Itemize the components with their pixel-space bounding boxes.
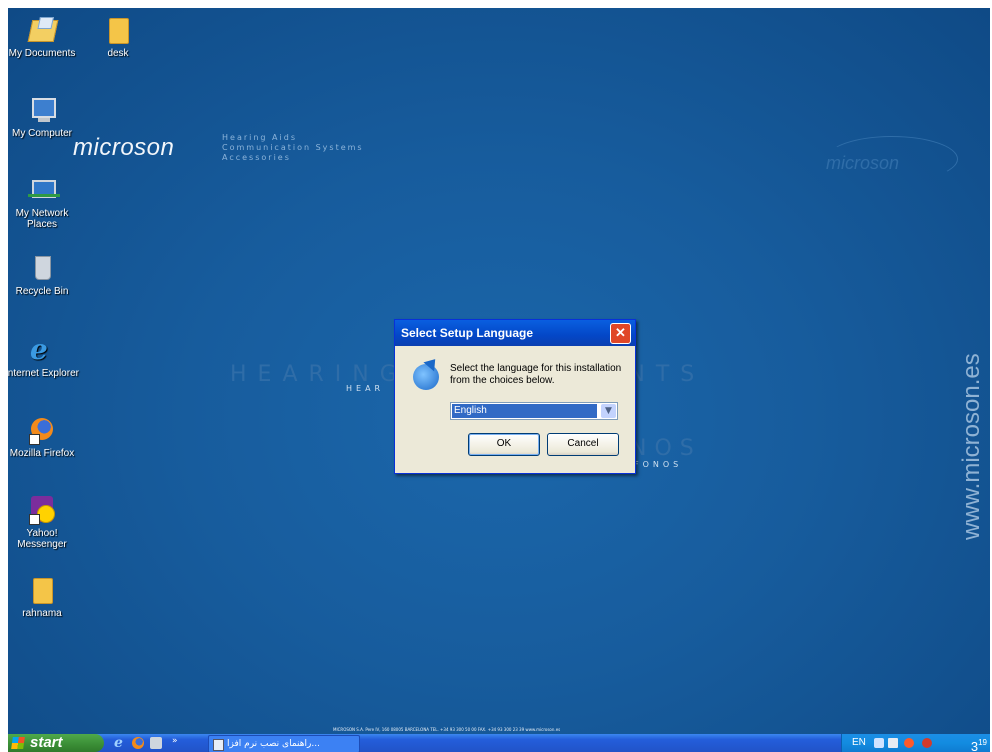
wallpaper-fonos-text: NOS xyxy=(630,436,702,461)
desktop-icon-desk[interactable]: desk xyxy=(80,14,156,59)
desktop-icon-label: desk xyxy=(107,48,129,59)
tagline-line: Accessories xyxy=(222,153,291,162)
desktop-icon-yahoo-messenger[interactable]: Yahoo! Messenger xyxy=(8,494,80,550)
wallpaper-fonos-small: FONOS xyxy=(634,460,683,469)
network-icon xyxy=(26,174,60,206)
tagline-line: Communication Systems xyxy=(222,143,364,152)
clock-minutes: 19 xyxy=(978,738,987,747)
close-icon: ✕ xyxy=(615,325,626,340)
language-indicator[interactable]: EN xyxy=(852,734,866,752)
tray-volume-icon[interactable] xyxy=(888,738,898,748)
firefox-icon xyxy=(26,414,58,446)
tagline-line: Hearing Aids xyxy=(222,133,297,142)
select-setup-language-dialog: Select Setup Language ✕ Select the langu… xyxy=(394,319,636,474)
tray-security-icon[interactable] xyxy=(922,738,932,748)
language-select-value: English xyxy=(452,404,597,418)
wallpaper-tagline: Hearing Aids Communication Systems Acces… xyxy=(222,133,364,163)
wallpaper-footer: MICROSON S.A. Pere IV, 160 08005 BARCELO… xyxy=(333,727,561,732)
quicklaunch-show-desktop-icon[interactable] xyxy=(150,737,162,749)
taskbar-window-label: راهنمای نصب نرم افزا... xyxy=(227,739,320,749)
dialog-title: Select Setup Language xyxy=(401,326,534,340)
desktop-icon-label: Recycle Bin xyxy=(15,286,69,297)
my-documents-icon xyxy=(26,14,59,46)
desktop: microson Hearing Aids Communication Syst… xyxy=(8,8,990,752)
dialog-message: Select the language for this installatio… xyxy=(450,363,622,386)
desktop-icon-label: rahnama xyxy=(22,608,62,619)
wallpaper-website: www.microson.es xyxy=(958,353,985,540)
wallpaper-hearing-small: HEAR xyxy=(346,384,385,393)
folder-icon xyxy=(102,14,134,46)
desktop-icon-label: Mozilla Firefox xyxy=(9,448,75,459)
cancel-button[interactable]: Cancel xyxy=(547,433,619,456)
computer-icon xyxy=(26,94,58,126)
desktop-icon-label: My Network Places xyxy=(15,208,69,230)
document-icon xyxy=(213,739,224,751)
close-button[interactable]: ✕ xyxy=(610,323,631,344)
dialog-titlebar[interactable]: Select Setup Language ✕ xyxy=(395,320,635,346)
language-select[interactable]: English ▼ xyxy=(450,402,618,420)
desktop-icon-my-computer[interactable]: My Computer xyxy=(8,94,80,139)
desktop-icon-label: Internet Explorer xyxy=(8,368,79,379)
desktop-icon-internet-explorer[interactable]: e Internet Explorer xyxy=(8,333,80,380)
start-label: start xyxy=(30,734,63,751)
ok-button[interactable]: OK xyxy=(468,433,540,456)
system-tray: EN 319 xyxy=(841,734,990,752)
tray-antivirus-icon[interactable] xyxy=(904,738,914,748)
yahoo-messenger-icon xyxy=(26,494,58,526)
quicklaunch-ie-icon[interactable]: e xyxy=(114,736,126,750)
desktop-icon-rahnama[interactable]: rahnama xyxy=(8,574,80,619)
internet-explorer-icon: e xyxy=(30,333,48,366)
desktop-icon-my-documents[interactable]: My Documents xyxy=(8,14,80,59)
microson-logo: microson xyxy=(73,134,175,161)
desktop-icon-recycle-bin[interactable]: Recycle Bin xyxy=(8,252,80,297)
tray-network-icon[interactable] xyxy=(874,738,884,748)
recycle-bin-icon xyxy=(26,252,58,284)
setup-arrow-icon xyxy=(413,364,439,390)
desktop-icon-label: Yahoo! Messenger xyxy=(17,528,67,550)
desktop-icon-label: My Documents xyxy=(8,48,76,59)
taskbar-window-button[interactable]: راهنمای نصب نرم افزا... xyxy=(208,735,360,752)
start-button[interactable]: start xyxy=(8,734,104,752)
folder-icon xyxy=(26,574,58,606)
windows-logo-icon xyxy=(11,737,25,749)
desktop-icon-my-network-places[interactable]: My Network Places xyxy=(8,174,80,230)
desktop-icon-mozilla-firefox[interactable]: Mozilla Firefox xyxy=(8,414,80,459)
quicklaunch-chevron-icon[interactable]: » xyxy=(172,736,178,746)
microson-logo-right: microson xyxy=(826,153,900,173)
quicklaunch-firefox-icon[interactable] xyxy=(132,737,144,749)
clock-hour: 3 xyxy=(970,739,979,752)
taskbar: start e » راهنمای نصب نرم افزا... EN 319 xyxy=(8,734,990,752)
clock[interactable]: 319 xyxy=(971,734,987,752)
desktop-icon-label: My Computer xyxy=(11,128,72,139)
chevron-down-icon[interactable]: ▼ xyxy=(601,404,616,418)
